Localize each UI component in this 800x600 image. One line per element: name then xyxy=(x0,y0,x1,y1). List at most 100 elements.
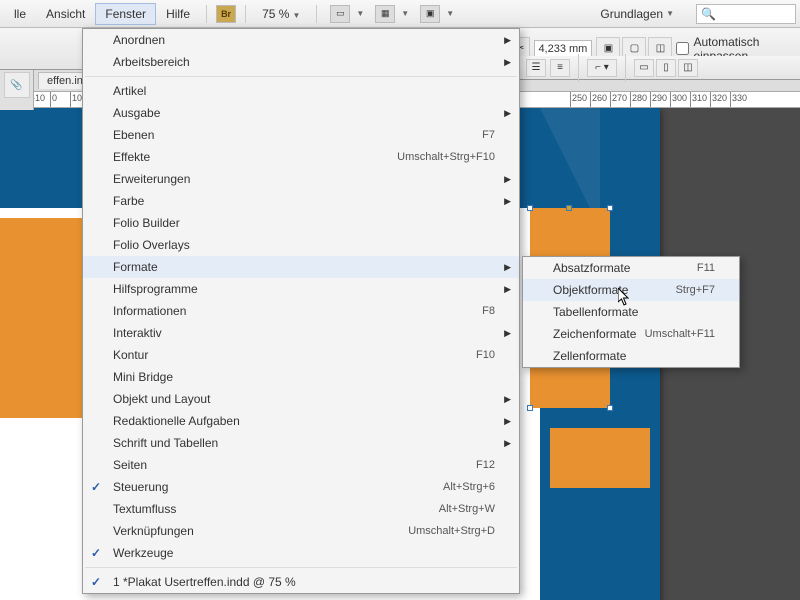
menu-shortcut: Alt+Strg+6 xyxy=(443,481,495,493)
search-input[interactable]: 🔍 xyxy=(696,4,796,24)
menu-item-label: Objekt und Layout xyxy=(113,392,495,406)
tools-panel: 📎 xyxy=(0,70,34,110)
menu-item-seiten[interactable]: SeitenF12 xyxy=(83,454,519,476)
search-icon: 🔍 xyxy=(701,7,716,21)
grid-icon: ▦ xyxy=(375,5,395,23)
ruler-label: 300 xyxy=(672,93,687,103)
distribute-icon-2[interactable]: ≡ xyxy=(550,59,570,77)
submenu-item-zeichenformate[interactable]: ZeichenformateUmschalt+F11 xyxy=(523,323,739,345)
menu-item-werkzeuge[interactable]: ✓Werkzeuge xyxy=(83,542,519,564)
menu-item-effekte[interactable]: EffekteUmschalt+Strg+F10 xyxy=(83,146,519,168)
menu-shortcut: Umschalt+F11 xyxy=(645,328,715,340)
menu-shortcut: F12 xyxy=(476,459,495,471)
menu-item-steuerung[interactable]: ✓SteuerungAlt+Strg+6 xyxy=(83,476,519,498)
menu-item-label: Schrift und Tabellen xyxy=(113,436,495,450)
menu-shortcut: Alt+Strg+W xyxy=(439,503,495,515)
menu-table[interactable]: lle xyxy=(4,3,36,25)
submenu-arrow-icon: ▶ xyxy=(504,416,511,427)
menu-item-label: Erweiterungen xyxy=(113,172,495,186)
menu-view[interactable]: Ansicht xyxy=(36,3,95,25)
ruler-label: 0 xyxy=(52,93,57,103)
separator xyxy=(578,54,579,82)
submenu-arrow-icon: ▶ xyxy=(504,394,511,405)
menu-item-ausgabe[interactable]: Ausgabe▶ xyxy=(83,102,519,124)
orange-block-bottom[interactable] xyxy=(550,428,650,488)
frame-icon-1[interactable]: ▭ xyxy=(634,59,654,77)
screen-icon: ▭ xyxy=(330,5,350,23)
menu-item-hilfsprogramme[interactable]: Hilfsprogramme▶ xyxy=(83,278,519,300)
chevron-down-icon: ▼ xyxy=(292,11,300,20)
menu-item-label: Artikel xyxy=(113,84,495,98)
menu-window[interactable]: Fenster xyxy=(95,3,156,25)
formate-submenu: AbsatzformateF11ObjektformateStrg+F7Tabe… xyxy=(522,256,740,368)
bridge-icon[interactable]: Br xyxy=(216,5,236,23)
menu-item-erweiterungen[interactable]: Erweiterungen ▶ xyxy=(83,168,519,190)
screen-mode-btn[interactable]: ▭▼ xyxy=(323,5,368,23)
submenu-arrow-icon: ▶ xyxy=(504,262,511,273)
menu-item-label: Zeichenformate xyxy=(553,327,645,341)
menu-item-objekt-und-layout[interactable]: Objekt und Layout ▶ xyxy=(83,388,519,410)
ruler-label: 310 xyxy=(692,93,707,103)
submenu-arrow-icon: ▶ xyxy=(504,174,511,185)
selection-handle[interactable] xyxy=(607,205,613,211)
menu-item-farbe[interactable]: Farbe▶ xyxy=(83,190,519,212)
selection-handle[interactable] xyxy=(527,205,533,211)
ruler-label: 320 xyxy=(712,93,727,103)
menu-item-mini-bridge[interactable]: Mini Bridge xyxy=(83,366,519,388)
selection-handle[interactable] xyxy=(566,205,572,211)
separator xyxy=(316,5,317,23)
menu-item-label: Ausgabe xyxy=(113,106,495,120)
view-icon: ▣ xyxy=(420,5,440,23)
menu-item-label: Arbeitsbereich xyxy=(113,55,495,69)
menu-item-folio-overlays[interactable]: Folio Overlays xyxy=(83,234,519,256)
selection-handle[interactable] xyxy=(607,405,613,411)
menu-help[interactable]: Hilfe xyxy=(156,3,200,25)
mouse-cursor xyxy=(618,288,634,308)
menu-item-label: Redaktionelle Aufgaben xyxy=(113,414,495,428)
frame-icon-2[interactable]: ▯ xyxy=(656,59,676,77)
menu-item-kontur[interactable]: KonturF10 xyxy=(83,344,519,366)
attachment-tool-icon[interactable]: 📎 xyxy=(4,72,30,98)
view-options-btn[interactable]: ▣▼ xyxy=(413,5,458,23)
menu-item-anordnen[interactable]: Anordnen▶ xyxy=(83,29,519,51)
distribute-icon[interactable]: ☰ xyxy=(526,59,546,77)
measure-input[interactable] xyxy=(534,40,592,58)
menu-item-textumfluss[interactable]: TextumflussAlt+Strg+W xyxy=(83,498,519,520)
corner-icon[interactable]: ⌐ ▾ xyxy=(587,59,617,77)
zoom-level[interactable]: 75 %▼ xyxy=(262,7,300,21)
selection-handle[interactable] xyxy=(527,405,533,411)
menu-item-1-plakat-usertreffen-indd-75-[interactable]: ✓1 *Plakat Usertreffen.indd @ 75 % xyxy=(83,571,519,593)
menu-item-label: Textumfluss xyxy=(113,502,439,516)
menu-item-label: Verknüpfungen xyxy=(113,524,408,538)
menu-item-label: Ebenen xyxy=(113,128,482,142)
frame-icon-3[interactable]: ◫ xyxy=(678,59,698,77)
menu-item-label: Werkzeuge xyxy=(113,546,495,560)
menu-separator xyxy=(85,567,517,568)
submenu-item-zellenformate[interactable]: Zellenformate xyxy=(523,345,739,367)
menu-item-informationen[interactable]: InformationenF8 xyxy=(83,300,519,322)
menu-shortcut: Strg+F7 xyxy=(676,284,715,296)
menu-item-verkn-pfungen[interactable]: VerknüpfungenUmschalt+Strg+D xyxy=(83,520,519,542)
window-menu: Anordnen▶Arbeitsbereich▶ArtikelAusgabe▶E… xyxy=(82,28,520,594)
menu-item-artikel[interactable]: Artikel xyxy=(83,80,519,102)
menu-item-schrift-und-tabellen[interactable]: Schrift und Tabellen ▶ xyxy=(83,432,519,454)
separator xyxy=(625,54,626,82)
menu-item-formate[interactable]: Formate▶ xyxy=(83,256,519,278)
submenu-arrow-icon: ▶ xyxy=(504,438,511,449)
submenu-arrow-icon: ▶ xyxy=(504,196,511,207)
menu-separator xyxy=(85,76,517,77)
separator xyxy=(245,5,246,23)
menu-item-interaktiv[interactable]: Interaktiv▶ xyxy=(83,322,519,344)
menubar: lle Ansicht Fenster Hilfe Br 75 %▼ ▭▼ ▦▼… xyxy=(0,0,800,28)
menu-item-ebenen[interactable]: EbenenF7 xyxy=(83,124,519,146)
arrange-docs-btn[interactable]: ▦▼ xyxy=(368,5,413,23)
submenu-arrow-icon: ▶ xyxy=(504,57,511,68)
menu-item-folio-builder[interactable]: Folio Builder xyxy=(83,212,519,234)
menu-item-arbeitsbereich[interactable]: Arbeitsbereich ▶ xyxy=(83,51,519,73)
menu-shortcut: F8 xyxy=(482,305,495,317)
submenu-item-absatzformate[interactable]: AbsatzformateF11 xyxy=(523,257,739,279)
ruler-label: 280 xyxy=(632,93,647,103)
menu-item-redaktionelle-aufgaben[interactable]: Redaktionelle Aufgaben ▶ xyxy=(83,410,519,432)
workspace-switcher[interactable]: Grundlagen▼ xyxy=(586,3,688,25)
control-toolbar-row2: ☰ ≡ ⌐ ▾ ▭ ▯ ◫ xyxy=(520,56,800,80)
